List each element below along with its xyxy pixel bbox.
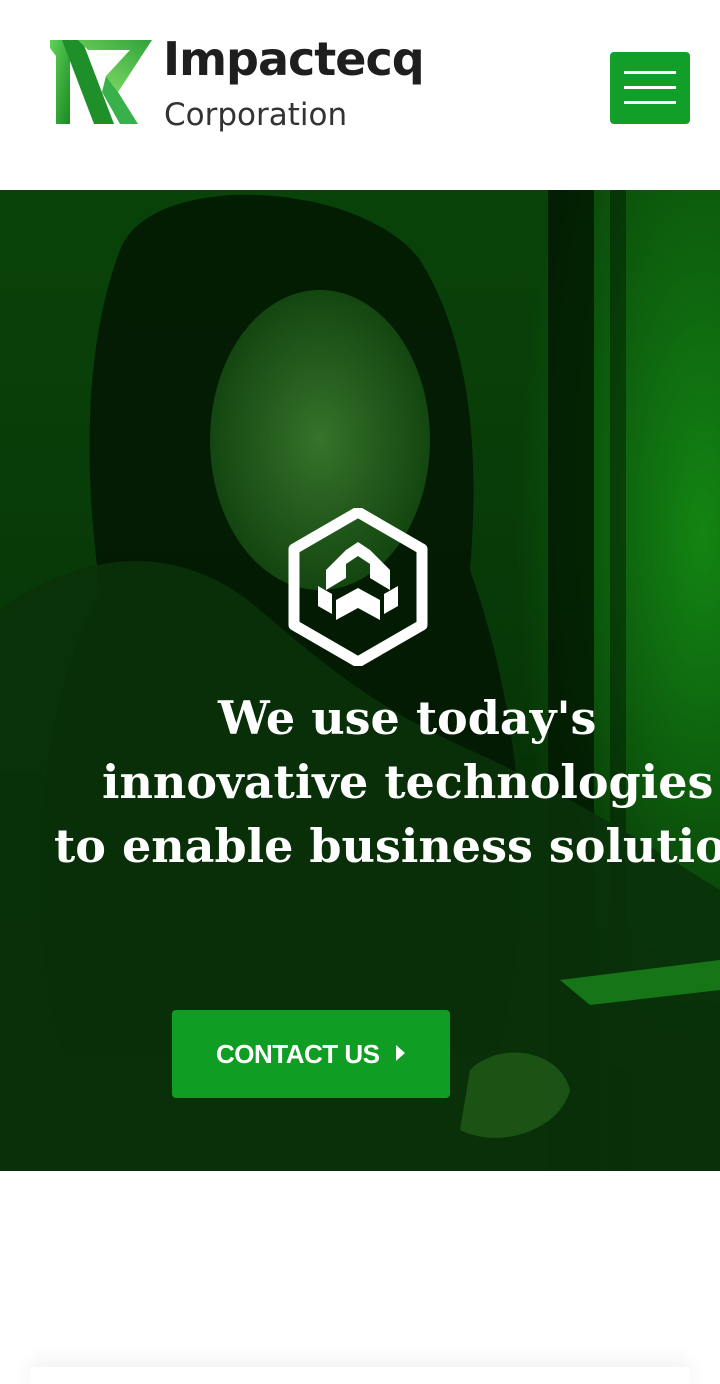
logo-mark-icon: [50, 40, 152, 124]
hero-heading-line-3: to enable business solutions: [54, 819, 720, 873]
site-header: Impactecq Corporation: [0, 0, 720, 190]
brand-name: Impactecq: [163, 32, 425, 86]
hexagon-arrows-emblem-icon: [288, 508, 428, 666]
hero-section: We use today's innovative technologies t…: [0, 190, 720, 1171]
hero-heading-line-1: We use today's: [218, 691, 597, 745]
content-card: [30, 1367, 690, 1384]
brand-subtitle: Corporation: [164, 97, 348, 133]
menu-toggle-button[interactable]: [610, 52, 690, 124]
brand-logo[interactable]: Impactecq Corporation: [48, 34, 428, 144]
hero-heading-line-2: innovative technologies: [102, 755, 714, 809]
next-section: [0, 1171, 720, 1384]
hamburger-menu-icon: [624, 71, 676, 105]
contact-us-button[interactable]: CONTACT US: [172, 1010, 450, 1098]
page: Impactecq Corporation We use today's inn…: [0, 0, 720, 1384]
contact-us-label: CONTACT US: [216, 1039, 380, 1069]
caret-right-icon: [396, 1045, 405, 1061]
